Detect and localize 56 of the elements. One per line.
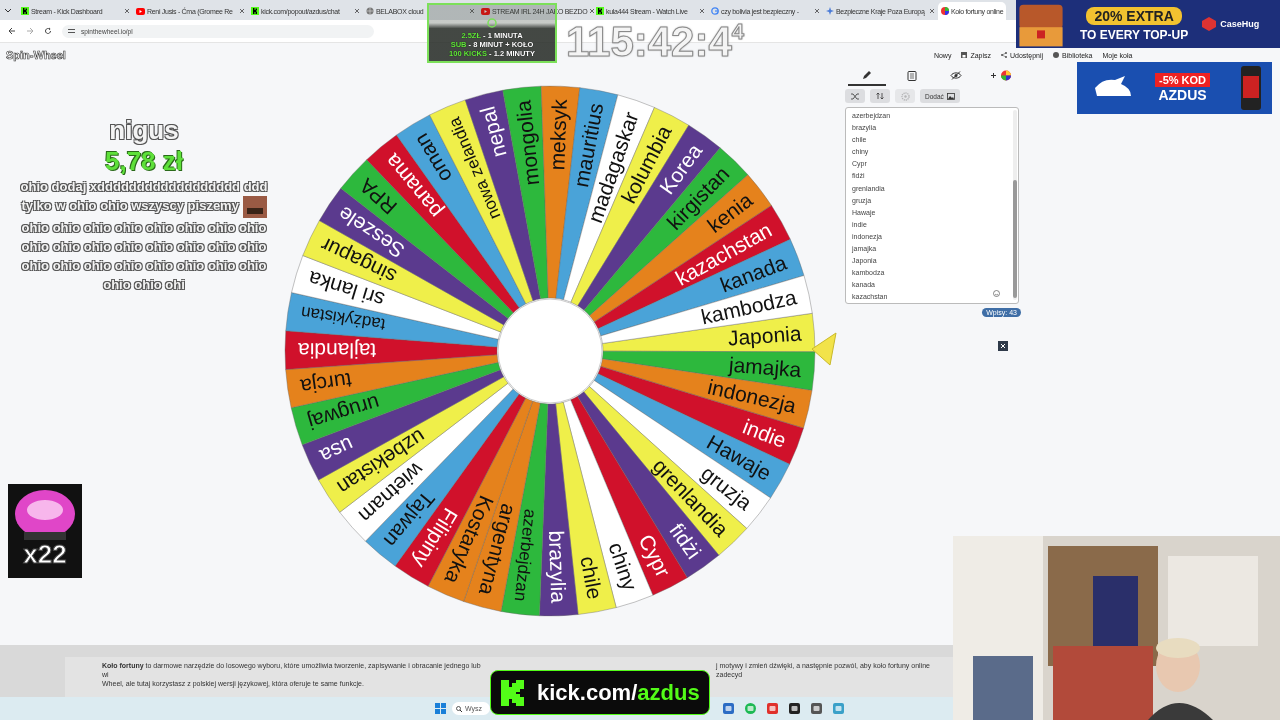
donor-name: nigus	[109, 115, 179, 146]
pencil-icon	[862, 70, 873, 80]
calculator-icon[interactable]	[811, 703, 822, 714]
can-icon	[1240, 64, 1263, 112]
promo-discount: -5% KOD	[1155, 73, 1211, 87]
cube-logo-icon	[1202, 17, 1217, 31]
window-icon[interactable]	[723, 703, 734, 714]
share-icon	[1001, 52, 1008, 58]
search-icon	[456, 705, 462, 712]
ad-subline: TO EVERY TOP-UP	[1080, 27, 1189, 42]
save-icon	[961, 52, 968, 58]
eye-slash-icon	[950, 70, 963, 80]
promo-code: AZDUS	[1158, 87, 1207, 103]
color-wheel-icon	[941, 7, 949, 15]
sparkle-icon	[826, 7, 834, 15]
close-icon[interactable]	[998, 341, 1008, 351]
youtube-logo-icon	[136, 7, 145, 15]
ad-banner[interactable]: 20% EXTRA TO EVERY TOP-UP CaseHug	[1016, 0, 1280, 48]
wheel-label: Japonia	[727, 321, 803, 350]
ad-brand: CaseHug	[1220, 19, 1260, 29]
site-settings-icon	[68, 28, 75, 34]
plus-color-wheel-icon	[989, 69, 1012, 81]
back-icon[interactable]	[8, 27, 16, 35]
emoji-icon[interactable]	[993, 290, 1000, 297]
reload-icon[interactable]	[44, 27, 52, 35]
gear-icon	[900, 91, 910, 101]
image-icon	[946, 92, 955, 100]
donation-message: ohio dodaj xdddddddddddddddddd ddd tylko w ohio ohio wszyscy piszemy ohio ohio ohio ohio ohio ohio ohio ohio ohio ohio ohio ohio ohio ohio ohio ohio ohio ohio ohio ohio ohio ohio ohio ohio ohio ohio ohi	[19, 178, 269, 294]
wheel-label: brazylia	[545, 530, 571, 604]
google-logo-icon	[711, 7, 719, 15]
wheel-label: tajlandia	[297, 339, 377, 363]
kick-logo-icon	[501, 679, 525, 706]
clipboard-icon	[906, 69, 917, 81]
wheel-label: meksyk	[545, 98, 571, 171]
circle-icon	[487, 18, 497, 28]
shuffle-icon	[851, 92, 859, 100]
sort-icon	[876, 92, 884, 100]
windows-icon[interactable]	[435, 703, 446, 714]
kick-logo-icon	[21, 7, 29, 15]
multiplier-text: x22	[23, 540, 67, 568]
tab-list-icon[interactable]	[4, 6, 12, 14]
wheel-label: chile	[576, 554, 607, 601]
wheel-label: turcja	[299, 368, 354, 399]
youtube-logo-icon	[481, 7, 490, 15]
donation-amount: 5,78 zł	[104, 146, 184, 177]
kick-logo-icon	[251, 7, 259, 15]
wheel-label: jamajka	[728, 352, 803, 382]
terminal-icon[interactable]	[789, 703, 800, 714]
emote-icon	[242, 196, 267, 218]
pointer-icon	[811, 332, 837, 366]
kick-logo-icon	[596, 7, 604, 15]
ad-headline: 20% EXTRA	[1086, 6, 1182, 25]
scrollbar-icon	[1013, 110, 1017, 300]
remote-desktop-icon[interactable]	[767, 703, 778, 714]
wheel-label: mongolia	[511, 99, 544, 187]
channel-url: kick.com/azdus	[537, 679, 700, 706]
